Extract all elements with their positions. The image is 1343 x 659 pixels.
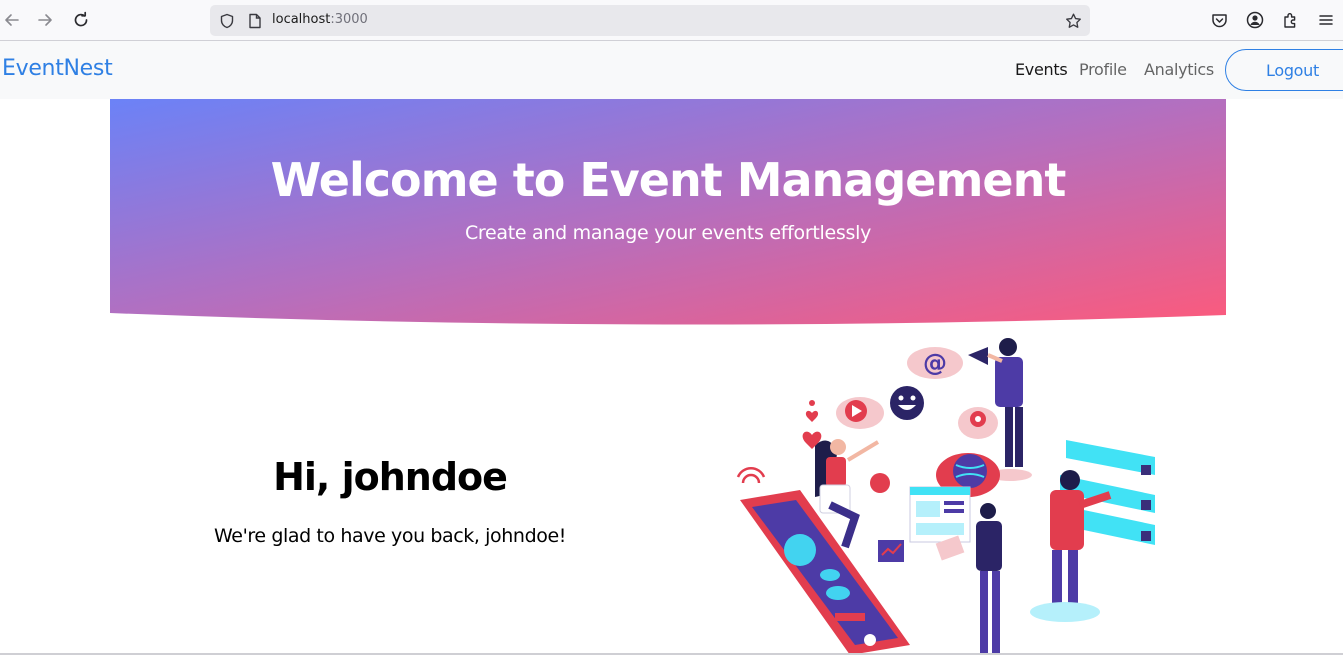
extensions-icon[interactable] xyxy=(1281,10,1301,30)
location-bubble-icon xyxy=(958,407,998,439)
app-navbar: EventNest Events Profile Analytics Logou… xyxy=(0,41,1343,99)
event-illustration: @ xyxy=(730,335,1170,655)
smartphone-icon xyxy=(740,490,910,655)
chart-card-icon xyxy=(878,540,904,562)
hero-banner: Welcome to Event Management Create and m… xyxy=(110,99,1226,325)
forward-icon[interactable] xyxy=(33,8,57,32)
hero-title: Welcome to Event Management xyxy=(270,153,1067,207)
svg-text:@: @ xyxy=(923,349,947,377)
back-icon[interactable] xyxy=(0,8,24,32)
pocket-icon[interactable] xyxy=(1209,10,1229,30)
nav-link-analytics[interactable]: Analytics xyxy=(1144,60,1214,79)
hero-subtitle: Create and manage your events effortless… xyxy=(464,222,872,244)
brand-logo[interactable]: EventNest xyxy=(2,56,113,81)
url-text[interactable]: localhost:3000 xyxy=(272,12,368,27)
url-port: :3000 xyxy=(330,12,368,27)
reload-icon[interactable] xyxy=(69,8,93,32)
account-icon[interactable] xyxy=(1245,10,1265,30)
smiley-icon xyxy=(890,386,924,420)
browser-window-icon xyxy=(909,486,971,543)
address-bar[interactable]: localhost:3000 xyxy=(210,5,1090,36)
page-icon xyxy=(246,12,263,29)
nav-link-events[interactable]: Events xyxy=(1015,60,1068,79)
wifi-icon xyxy=(736,467,766,484)
logout-button[interactable]: Logout xyxy=(1225,49,1343,91)
play-bubble-icon xyxy=(836,397,884,429)
emoji-icon xyxy=(870,473,890,493)
hero-background xyxy=(110,99,1226,325)
welcome-message: We're glad to have you back, johndoe! xyxy=(214,525,566,547)
menu-icon[interactable] xyxy=(1316,10,1336,30)
nav-link-profile[interactable]: Profile xyxy=(1079,60,1127,79)
at-sign-bubble-icon: @ xyxy=(907,347,963,379)
bookmark-star-icon[interactable] xyxy=(1065,12,1082,29)
shield-icon[interactable] xyxy=(218,12,235,29)
user-greeting: Hi, johndoe xyxy=(273,455,508,499)
url-host: localhost xyxy=(272,12,331,27)
browser-toolbar: localhost:3000 xyxy=(0,0,1343,41)
